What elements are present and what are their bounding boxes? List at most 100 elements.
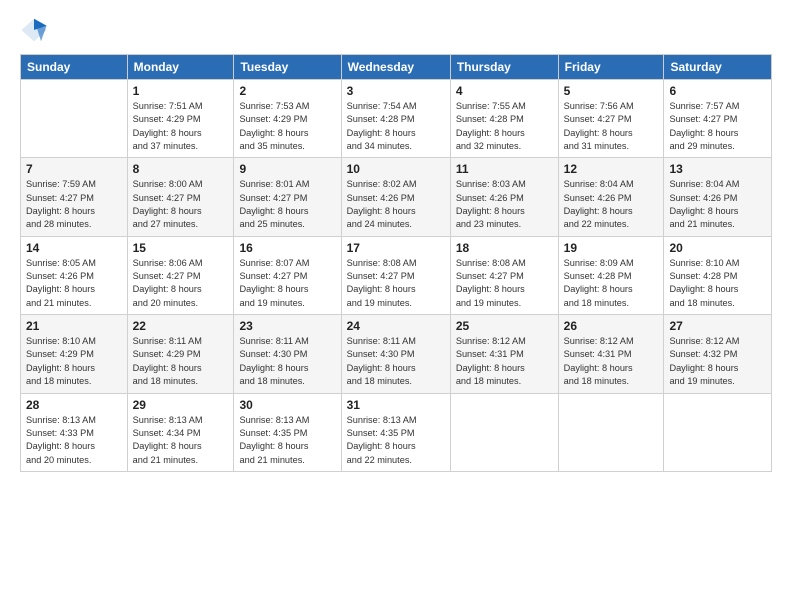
day-number: 3 [347, 84, 445, 98]
day-info: Sunrise: 8:13 AMSunset: 4:35 PMDaylight:… [239, 414, 335, 467]
day-cell [450, 393, 558, 471]
day-cell [558, 393, 664, 471]
day-number: 12 [564, 162, 659, 176]
day-cell: 11 Sunrise: 8:03 AMSunset: 4:26 PMDayligh… [450, 158, 558, 236]
day-cell: 31Sunrise: 8:13 AMSunset: 4:35 PMDayligh… [341, 393, 450, 471]
day-info: Sunrise: 8:13 AMSunset: 4:34 PMDaylight:… [133, 414, 229, 467]
day-cell: 24 Sunrise: 8:11 AMSunset: 4:30 PMDayligh… [341, 315, 450, 393]
day-cell: 19Sunrise: 8:09 AMSunset: 4:28 PMDayligh… [558, 236, 664, 314]
day-cell: 30 Sunrise: 8:13 AMSunset: 4:35 PMDayligh… [234, 393, 341, 471]
day-cell [664, 393, 772, 471]
day-info: Sunrise: 8:11 AMSunset: 4:30 PMDaylight:… [347, 335, 445, 388]
day-number: 20 [669, 241, 766, 255]
day-number: 8 [133, 162, 229, 176]
day-number: 29 [133, 398, 229, 412]
day-info: Sunrise: 8:13 AMSunset: 4:33 PMDaylight:… [26, 414, 122, 467]
day-number: 4 [456, 84, 553, 98]
day-cell: 12 Sunrise: 8:04 AMSunset: 4:26 PMDayligh… [558, 158, 664, 236]
day-number: 30 [239, 398, 335, 412]
day-info: Sunrise: 8:11 AMSunset: 4:29 PMDaylight:… [133, 335, 229, 388]
day-cell: 26Sunrise: 8:12 AMSunset: 4:31 PMDayligh… [558, 315, 664, 393]
day-number: 15 [133, 241, 229, 255]
day-info: Sunrise: 8:08 AMSunset: 4:27 PMDaylight:… [456, 257, 553, 310]
day-cell: 20 Sunrise: 8:10 AMSunset: 4:28 PMDayligh… [664, 236, 772, 314]
day-number: 23 [239, 319, 335, 333]
day-number: 10 [347, 162, 445, 176]
day-number: 16 [239, 241, 335, 255]
day-info: Sunrise: 8:05 AMSunset: 4:26 PMDaylight:… [26, 257, 122, 310]
day-info: Sunrise: 8:00 AMSunset: 4:27 PMDaylight:… [133, 178, 229, 231]
day-cell: 17Sunrise: 8:08 AMSunset: 4:27 PMDayligh… [341, 236, 450, 314]
col-saturday: Saturday [664, 55, 772, 80]
col-sunday: Sunday [21, 55, 128, 80]
day-cell: 6 Sunrise: 7:57 AMSunset: 4:27 PMDaylight… [664, 80, 772, 158]
day-info: Sunrise: 8:13 AMSunset: 4:35 PMDaylight:… [347, 414, 445, 467]
day-cell: 28 Sunrise: 8:13 AMSunset: 4:33 PMDayligh… [21, 393, 128, 471]
col-thursday: Thursday [450, 55, 558, 80]
day-number: 28 [26, 398, 122, 412]
day-number: 9 [239, 162, 335, 176]
week-row-3: 14 Sunrise: 8:05 AMSunset: 4:26 PMDayligh… [21, 236, 772, 314]
day-cell: 15 Sunrise: 8:06 AMSunset: 4:27 PMDayligh… [127, 236, 234, 314]
day-info: Sunrise: 8:01 AMSunset: 4:27 PMDaylight:… [239, 178, 335, 231]
day-number: 26 [564, 319, 659, 333]
day-info: Sunrise: 7:56 AMSunset: 4:27 PMDaylight:… [564, 100, 659, 153]
day-info: Sunrise: 7:54 AMSunset: 4:28 PMDaylight:… [347, 100, 445, 153]
week-row-2: 7 Sunrise: 7:59 AMSunset: 4:27 PMDaylight… [21, 158, 772, 236]
day-number: 7 [26, 162, 122, 176]
logo-icon [20, 16, 48, 44]
day-info: Sunrise: 7:57 AMSunset: 4:27 PMDaylight:… [669, 100, 766, 153]
day-cell: 10 Sunrise: 8:02 AMSunset: 4:26 PMDayligh… [341, 158, 450, 236]
day-info: Sunrise: 7:51 AMSunset: 4:29 PMDaylight:… [133, 100, 229, 153]
day-info: Sunrise: 8:10 AMSunset: 4:29 PMDaylight:… [26, 335, 122, 388]
day-number: 6 [669, 84, 766, 98]
day-cell: 27Sunrise: 8:12 AMSunset: 4:32 PMDayligh… [664, 315, 772, 393]
day-cell: 23 Sunrise: 8:11 AMSunset: 4:30 PMDayligh… [234, 315, 341, 393]
col-friday: Friday [558, 55, 664, 80]
day-cell: 8 Sunrise: 8:00 AMSunset: 4:27 PMDaylight… [127, 158, 234, 236]
day-number: 11 [456, 162, 553, 176]
day-cell [21, 80, 128, 158]
day-cell: 25Sunrise: 8:12 AMSunset: 4:31 PMDayligh… [450, 315, 558, 393]
day-number: 2 [239, 84, 335, 98]
day-number: 17 [347, 241, 445, 255]
day-cell: 4 Sunrise: 7:55 AMSunset: 4:28 PMDaylight… [450, 80, 558, 158]
day-number: 25 [456, 319, 553, 333]
day-cell: 29 Sunrise: 8:13 AMSunset: 4:34 PMDayligh… [127, 393, 234, 471]
week-row-5: 28 Sunrise: 8:13 AMSunset: 4:33 PMDayligh… [21, 393, 772, 471]
day-number: 21 [26, 319, 122, 333]
day-info: Sunrise: 8:02 AMSunset: 4:26 PMDaylight:… [347, 178, 445, 231]
day-info: Sunrise: 8:04 AMSunset: 4:26 PMDaylight:… [669, 178, 766, 231]
day-cell: 14 Sunrise: 8:05 AMSunset: 4:26 PMDayligh… [21, 236, 128, 314]
day-info: Sunrise: 8:04 AMSunset: 4:26 PMDaylight:… [564, 178, 659, 231]
day-info: Sunrise: 7:55 AMSunset: 4:28 PMDaylight:… [456, 100, 553, 153]
day-info: Sunrise: 8:07 AMSunset: 4:27 PMDaylight:… [239, 257, 335, 310]
day-number: 27 [669, 319, 766, 333]
day-info: Sunrise: 7:59 AMSunset: 4:27 PMDaylight:… [26, 178, 122, 231]
calendar-table: SundayMondayTuesdayWednesdayThursdayFrid… [20, 54, 772, 472]
day-info: Sunrise: 8:06 AMSunset: 4:27 PMDaylight:… [133, 257, 229, 310]
day-info: Sunrise: 8:09 AMSunset: 4:28 PMDaylight:… [564, 257, 659, 310]
day-number: 14 [26, 241, 122, 255]
day-info: Sunrise: 8:11 AMSunset: 4:30 PMDaylight:… [239, 335, 335, 388]
col-monday: Monday [127, 55, 234, 80]
day-info: Sunrise: 8:03 AMSunset: 4:26 PMDaylight:… [456, 178, 553, 231]
col-tuesday: Tuesday [234, 55, 341, 80]
day-number: 5 [564, 84, 659, 98]
day-info: Sunrise: 7:53 AMSunset: 4:29 PMDaylight:… [239, 100, 335, 153]
day-cell: 9 Sunrise: 8:01 AMSunset: 4:27 PMDaylight… [234, 158, 341, 236]
week-row-4: 21 Sunrise: 8:10 AMSunset: 4:29 PMDayligh… [21, 315, 772, 393]
day-number: 24 [347, 319, 445, 333]
day-number: 22 [133, 319, 229, 333]
day-cell: 1Sunrise: 7:51 AMSunset: 4:29 PMDaylight… [127, 80, 234, 158]
day-cell: 22 Sunrise: 8:11 AMSunset: 4:29 PMDayligh… [127, 315, 234, 393]
col-wednesday: Wednesday [341, 55, 450, 80]
page: SundayMondayTuesdayWednesdayThursdayFrid… [0, 0, 792, 612]
day-cell: 2 Sunrise: 7:53 AMSunset: 4:29 PMDaylight… [234, 80, 341, 158]
header-row: SundayMondayTuesdayWednesdayThursdayFrid… [21, 55, 772, 80]
day-info: Sunrise: 8:10 AMSunset: 4:28 PMDaylight:… [669, 257, 766, 310]
week-row-1: 1Sunrise: 7:51 AMSunset: 4:29 PMDaylight… [21, 80, 772, 158]
day-cell: 16 Sunrise: 8:07 AMSunset: 4:27 PMDayligh… [234, 236, 341, 314]
day-cell: 3 Sunrise: 7:54 AMSunset: 4:28 PMDaylight… [341, 80, 450, 158]
day-cell: 21 Sunrise: 8:10 AMSunset: 4:29 PMDayligh… [21, 315, 128, 393]
